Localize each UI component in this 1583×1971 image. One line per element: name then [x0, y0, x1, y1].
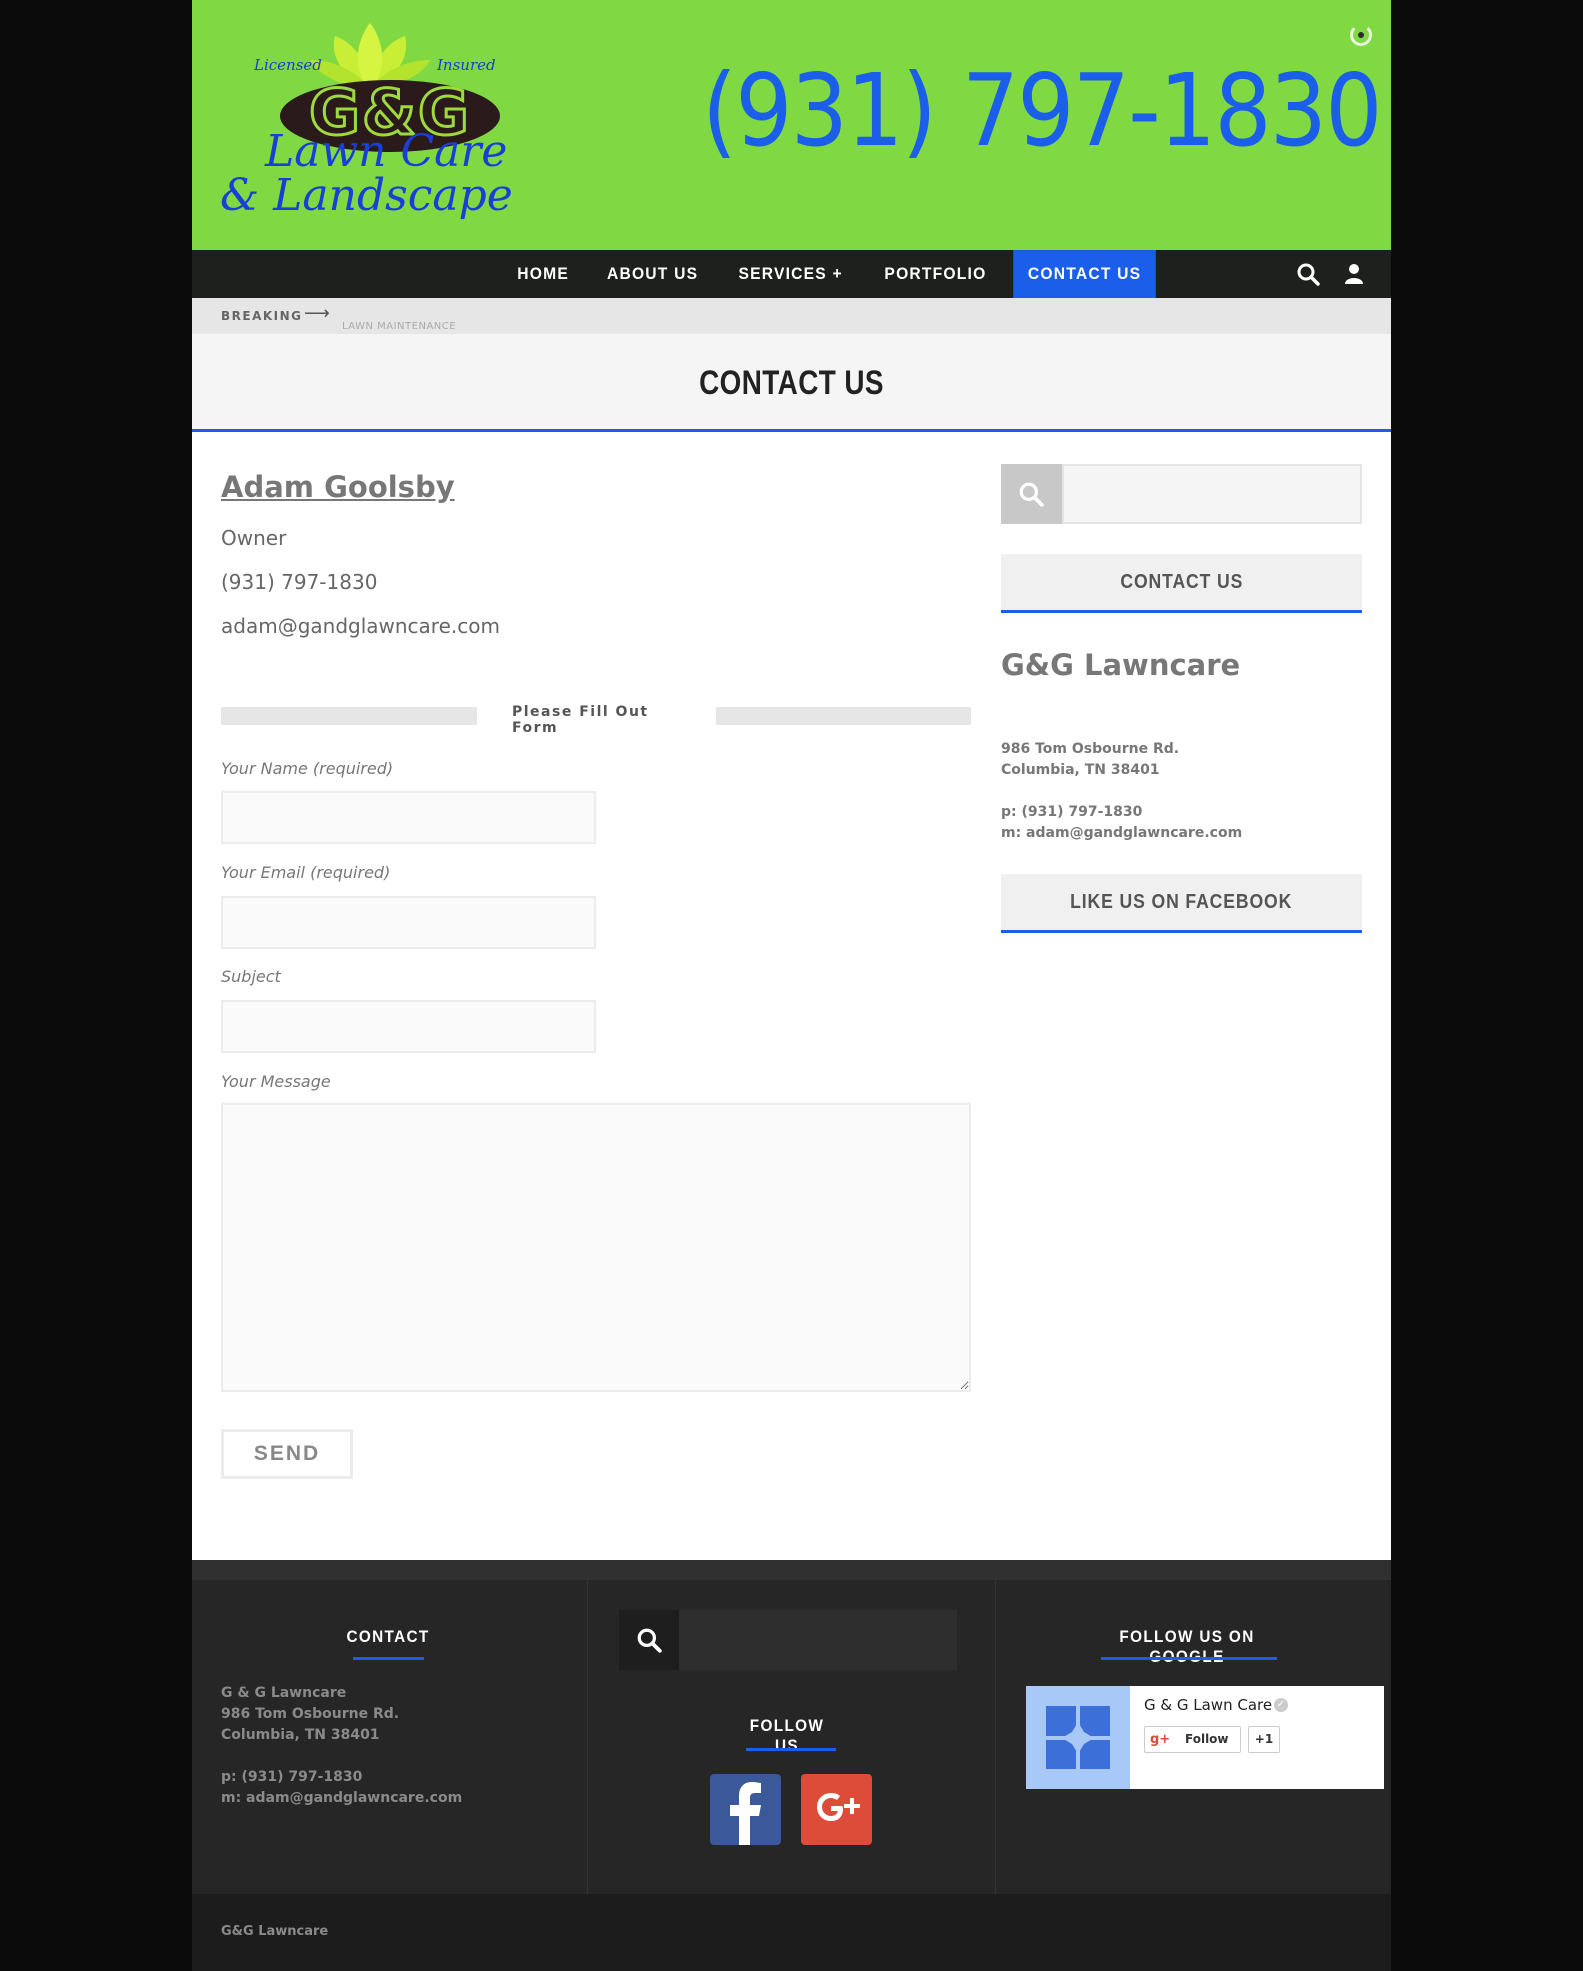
email-input[interactable] [221, 896, 596, 949]
sidebar-email: m: adam@gandglawncare.com [1001, 825, 1243, 841]
sidebar-phone: p: (931) 797-1830 [1001, 804, 1143, 820]
nav-portfolio[interactable]: PORTFOLIO [869, 250, 1000, 298]
verified-icon: ✓ [1274, 1698, 1288, 1712]
sidebar-search-input[interactable] [1062, 464, 1362, 524]
site-logo[interactable]: Licensed Insured G&G Lawn Care & Landsca… [220, 18, 520, 238]
email-label: Your Email (required) [221, 863, 391, 882]
name-input[interactable] [221, 791, 596, 844]
breaking-label: BREAKING [221, 309, 303, 323]
footer-search-input[interactable] [679, 1610, 957, 1670]
footer-separator [995, 1580, 996, 1894]
message-label: Your Message [221, 1072, 331, 1091]
logo-line-2: & Landscape [220, 170, 513, 221]
page-title: CONTACT US [699, 364, 884, 402]
footer-search-button[interactable] [619, 1610, 679, 1670]
send-button[interactable]: SEND [221, 1429, 353, 1479]
nav-menu: HOME ABOUT US SERVICES + PORTFOLIO CONTA… [499, 250, 1162, 298]
search-icon [1019, 482, 1044, 507]
user-icon[interactable] [1342, 262, 1366, 286]
name-label: Your Name (required) [221, 759, 394, 778]
message-textarea[interactable] [221, 1103, 971, 1392]
main-nav: HOME ABOUT US SERVICES + PORTFOLIO CONTA… [192, 250, 1391, 298]
footer-title-underline [1101, 1657, 1277, 1660]
arrow-right-icon: ⟶ [304, 303, 330, 324]
divider-right [716, 707, 971, 725]
footer-address-2: Columbia, TN 38401 [221, 1727, 380, 1743]
nav-services[interactable]: SERVICES + [724, 250, 858, 298]
loading-indicator-icon [1350, 24, 1372, 46]
sidebar-address-2: Columbia, TN 38401 [1001, 762, 1160, 778]
contact-email: adam@gandglawncare.com [221, 614, 500, 638]
sidebar-facebook-title: LIKE US ON FACEBOOK [1001, 874, 1362, 933]
page-title-bar: CONTACT US [192, 334, 1391, 432]
google-plus-one-button[interactable]: +1 [1248, 1726, 1280, 1753]
contact-role: Owner [221, 526, 287, 550]
google-page-name[interactable]: G & G Lawn Care [1144, 1696, 1272, 1714]
footer-contact-title: CONTACT [346, 1627, 430, 1646]
sidebar-address-1: 986 Tom Osbourne Rd. [1001, 741, 1180, 757]
facebook-icon[interactable] [710, 1774, 781, 1845]
footer-google-title: FOLLOW US ON GOOGLE [1119, 1627, 1255, 1666]
logo-insured: Insured [437, 56, 496, 74]
footer-email: m: adam@gandglawncare.com [221, 1790, 463, 1806]
google-page-avatar [1026, 1686, 1130, 1789]
header-phone[interactable]: (931) 797-1830 [702, 52, 1383, 169]
contact-phone: (931) 797-1830 [221, 570, 378, 594]
sidebar-company: G&G Lawncare [1001, 648, 1241, 682]
site-header: Licensed Insured G&G Lawn Care & Landsca… [192, 0, 1391, 250]
google-plus-icon[interactable] [801, 1774, 872, 1845]
footer-company: G & G Lawncare [221, 1685, 347, 1701]
footer-title-underline [746, 1748, 836, 1751]
subject-input[interactable] [221, 1000, 596, 1053]
sidebar-search-button[interactable] [1001, 464, 1062, 524]
google-plus-icon: g+ [1150, 1732, 1171, 1747]
sidebar-contact-title: CONTACT US [1001, 554, 1362, 613]
nav-about-us[interactable]: ABOUT US [592, 250, 713, 298]
copyright: G&G Lawncare [221, 1924, 329, 1939]
footer-bottom-bar: G&G Lawncare [192, 1894, 1391, 1971]
search-icon [637, 1628, 662, 1653]
google-plus-card[interactable]: G & G Lawn Care ✓ g+ Follow +1 [1026, 1686, 1384, 1789]
footer-separator [587, 1580, 588, 1894]
divider-left [221, 707, 477, 725]
footer-address-1: 986 Tom Osbourne Rd. [221, 1706, 400, 1722]
subject-label: Subject [221, 967, 281, 986]
footer-phone: p: (931) 797-1830 [221, 1769, 363, 1785]
page: Licensed Insured G&G Lawn Care & Landsca… [192, 0, 1391, 1971]
search-icon[interactable] [1296, 262, 1320, 286]
google-follow-button[interactable]: g+ Follow [1144, 1726, 1241, 1753]
breaking-headline[interactable]: LAWN MAINTENANCE [342, 321, 456, 332]
footer-title-underline [353, 1657, 424, 1660]
form-heading: Please Fill Out Form [512, 704, 649, 736]
contact-name[interactable]: Adam Goolsby [221, 470, 455, 504]
logo-licensed: Licensed [254, 56, 322, 74]
nav-contact-us[interactable]: CONTACT US [1012, 250, 1156, 298]
breaking-news-bar: BREAKING ⟶ LAWN MAINTENANCE [192, 298, 1391, 334]
nav-home[interactable]: HOME [503, 250, 584, 298]
